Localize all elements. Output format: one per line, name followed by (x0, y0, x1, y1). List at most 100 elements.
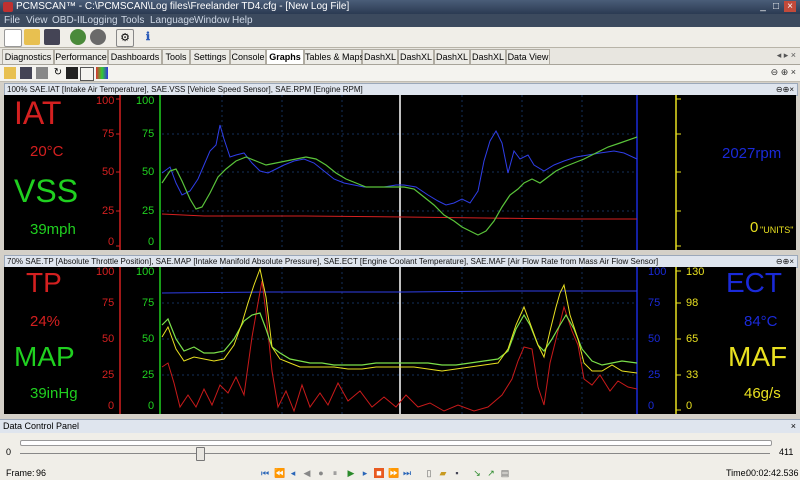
title-bar: PCMSCAN™ - C:\PCMSCAN\Log files\Freeland… (0, 0, 800, 14)
disconnect-icon[interactable] (90, 29, 106, 45)
step-back-icon[interactable]: ◂ (288, 468, 298, 478)
graph2-blue-axis-tick: 50 (648, 333, 661, 345)
settings-icon[interactable]: ⚙ (116, 29, 134, 47)
menu-file[interactable]: File (4, 15, 20, 26)
tab-dashxl-4[interactable]: DashXL (470, 49, 506, 64)
graph1-green-axis-tick: 100 (136, 95, 155, 107)
graph2-panel[interactable]: TP 24% MAP 39inHg 100 75 50 25 0 100 75 … (4, 267, 796, 414)
save-icon[interactable] (44, 29, 60, 45)
graph2-green-axis-tick: 25 (142, 369, 155, 381)
options-icon[interactable]: ▤ (500, 468, 510, 478)
fast-forward-icon[interactable]: ⏩ (388, 468, 399, 478)
graph2-red-axis-tick: 75 (102, 297, 115, 309)
graph2-yellow-axis-tick: 65 (686, 333, 699, 345)
graph2-blue-axis-tick: 25 (648, 369, 661, 381)
save-log-icon[interactable]: ▪ (452, 468, 462, 478)
first-frame-icon[interactable]: ⏮ (260, 468, 270, 478)
tab-settings[interactable]: Settings (190, 49, 230, 64)
units-value: 0 (750, 219, 759, 236)
graph2-blue-axis-tick: 75 (648, 297, 661, 309)
tab-console[interactable]: Console (230, 49, 266, 64)
connect-icon[interactable] (70, 29, 86, 45)
last-frame-icon[interactable]: ⏭ (402, 468, 412, 478)
open-log-icon[interactable]: ▰ (438, 468, 448, 478)
menu-language[interactable]: Language (150, 15, 195, 26)
graph1-window-controls-icon[interactable]: ⊖⊕× (776, 84, 794, 95)
menu-view[interactable]: View (26, 15, 48, 26)
iat-label: IAT (14, 95, 62, 131)
frame-value: 96 (36, 468, 47, 478)
new-log-icon[interactable]: ▯ (424, 468, 434, 478)
vss-label: VSS (14, 173, 79, 209)
graph1-header-text: 100% SAE.IAT [Intake Air Temperature], S… (7, 85, 363, 94)
graph2-svg (119, 267, 681, 414)
tp-value: 24% (30, 313, 61, 330)
graph2-green-axis-tick: 50 (142, 333, 155, 345)
monitor-icon[interactable] (66, 67, 78, 79)
graph2-red-axis-tick: 100 (96, 267, 115, 278)
frame-slider-thumb[interactable] (196, 447, 205, 461)
reverse-play-icon[interactable]: ◀ (302, 468, 312, 478)
menu-help[interactable]: Help (232, 15, 253, 26)
main-toolbar: ⚙ ℹ (0, 27, 800, 48)
tab-performance[interactable]: Performance (54, 49, 108, 64)
menu-logging[interactable]: Logging (82, 15, 118, 26)
maximize-icon[interactable]: □ (770, 1, 782, 12)
pause-icon[interactable]: ⏸ (330, 468, 340, 478)
graph1-green-axis-tick: 0 (148, 236, 155, 248)
menu-tools[interactable]: Tools (121, 15, 144, 26)
graph2-red-axis-tick: 25 (102, 369, 115, 381)
menu-obd[interactable]: OBD-II (52, 15, 83, 26)
refresh-icon[interactable]: ↻ (52, 67, 64, 79)
minimize-icon[interactable]: _ (757, 1, 769, 12)
frame-label: Frame: (6, 468, 35, 478)
new-file-icon[interactable] (4, 29, 22, 47)
record-icon[interactable]: ■ (374, 468, 384, 478)
open-icon[interactable] (4, 67, 16, 79)
tab-tables-maps[interactable]: Tables & Maps (304, 49, 364, 64)
save-icon[interactable] (20, 67, 32, 79)
range-slider[interactable] (20, 440, 772, 446)
open-folder-icon[interactable] (24, 29, 40, 45)
tab-dashxl-3[interactable]: DashXL (434, 49, 470, 64)
step-forward-icon[interactable]: ▸ (360, 468, 370, 478)
tab-tools[interactable]: Tools (162, 49, 190, 64)
data-control-title: Data Control Panel (3, 421, 80, 431)
graph1-red-axis-tick: 50 (102, 166, 115, 178)
close-icon[interactable]: × (784, 1, 796, 12)
window-title: PCMSCAN™ - C:\PCMSCAN\Log files\Freeland… (16, 1, 350, 12)
tab-data-view[interactable]: Data View (506, 49, 550, 64)
tab-bar: Diagnostics Performance Dashboards Tools… (0, 48, 800, 65)
rpm-value: 2027rpm (722, 145, 782, 162)
panel-close-icon[interactable]: × (791, 420, 796, 433)
export-icon[interactable]: ↗ (486, 468, 496, 478)
play-icon[interactable]: ▶ (346, 468, 356, 478)
tab-diagnostics[interactable]: Diagnostics (2, 49, 54, 64)
graph2-yellow-axis-tick: 0 (686, 400, 693, 412)
menu-window[interactable]: Window (194, 15, 230, 26)
grid-icon[interactable] (80, 67, 94, 81)
colors-icon[interactable] (96, 67, 108, 79)
units-label: "UNITS" (760, 225, 794, 235)
ect-value: 84°C (744, 313, 778, 330)
tab-dashxl-1[interactable]: DashXL (362, 49, 398, 64)
tp-label: TP (26, 267, 62, 298)
graph1-svg (116, 95, 681, 250)
tab-scroll-close-icons[interactable]: ◂ ▸ × (777, 50, 796, 61)
graph2-window-controls-icon[interactable]: ⊖⊕× (776, 256, 794, 267)
info-icon[interactable]: ℹ (140, 29, 156, 45)
graph1-green-axis-tick: 25 (142, 205, 155, 217)
time-value: 00:02:42.536 (746, 468, 799, 478)
graph2-yellow-axis-tick: 98 (686, 297, 699, 309)
tab-dashxl-2[interactable]: DashXL (398, 49, 434, 64)
graph1-panel[interactable]: IAT 20°C VSS 39mph 100 75 50 25 0 100 75… (4, 95, 796, 250)
maf-value: 46g/s (744, 385, 781, 402)
import-icon[interactable]: ↘ (472, 468, 482, 478)
tab-dashboards[interactable]: Dashboards (108, 49, 162, 64)
tab-graphs[interactable]: Graphs (266, 49, 304, 64)
frame-track[interactable] (20, 453, 770, 454)
stop-icon[interactable]: ● (316, 468, 326, 478)
window-controls-icon[interactable]: ⊖ ⊕ × (771, 67, 796, 78)
rewind-fast-icon[interactable]: ⏪ (274, 468, 285, 478)
print-icon[interactable] (36, 67, 48, 79)
